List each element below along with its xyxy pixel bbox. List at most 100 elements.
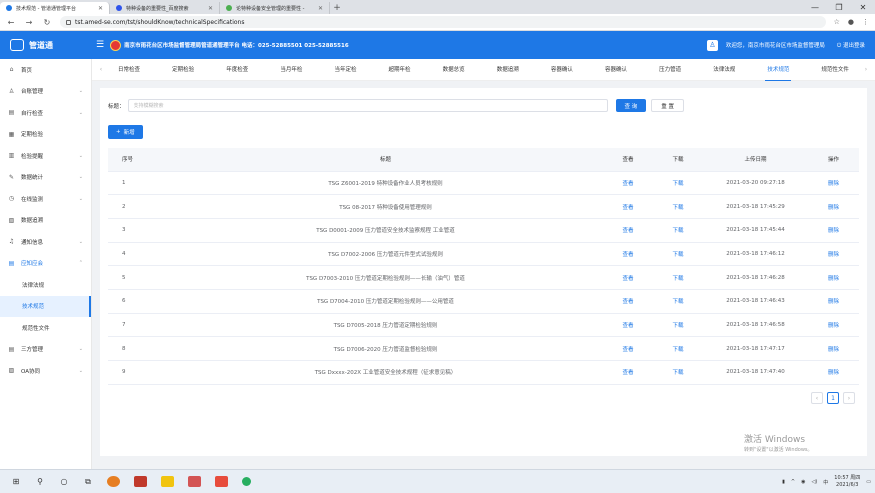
sidebar-item[interactable]: ▦ 定期检验 bbox=[0, 124, 91, 146]
browser-tab[interactable]: 特种设备的重要性_百度搜索 ✕ bbox=[110, 2, 220, 14]
network-icon[interactable]: ◉ bbox=[801, 479, 805, 485]
clock[interactable]: 10:57 周四 2021/6/3 bbox=[834, 475, 860, 489]
query-button[interactable]: 查 询 bbox=[615, 99, 647, 112]
ime-indicator[interactable]: 中 bbox=[823, 479, 828, 486]
view-link[interactable]: 查看 bbox=[603, 242, 653, 267]
delete-link[interactable]: 删除 bbox=[808, 171, 859, 196]
delete-link[interactable]: 删除 bbox=[808, 289, 859, 314]
notification-icon[interactable]: ▭ bbox=[866, 479, 871, 485]
sidebar-item[interactable]: ▤ 三方管理 ⌄ bbox=[0, 339, 91, 361]
nav-tab[interactable]: 数据追溯 bbox=[495, 58, 521, 81]
profile-icon[interactable]: ● bbox=[848, 18, 854, 26]
reset-button[interactable]: 重 置 bbox=[651, 99, 685, 112]
download-link[interactable]: 下载 bbox=[653, 194, 703, 219]
download-link[interactable]: 下载 bbox=[653, 242, 703, 267]
tab-close-icon[interactable]: ✕ bbox=[98, 5, 103, 12]
sidebar-item[interactable]: ◷ 在线监测 ⌄ bbox=[0, 188, 91, 210]
view-link[interactable]: 查看 bbox=[603, 313, 653, 338]
url-field[interactable]: tst.amed-se.com/tst/shouldKnow/technical… bbox=[60, 16, 826, 28]
nav-scroll-left-icon[interactable]: ‹ bbox=[92, 66, 110, 73]
nav-tab[interactable]: 技术规范 bbox=[765, 58, 792, 81]
nav-tab[interactable]: 当月年检 bbox=[278, 58, 304, 81]
windows-start-icon[interactable]: ⊞ bbox=[9, 475, 23, 489]
download-link[interactable]: 下载 bbox=[653, 336, 703, 361]
view-link[interactable]: 查看 bbox=[603, 194, 653, 219]
nav-tab[interactable]: 容器确认 bbox=[549, 58, 575, 81]
delete-link[interactable]: 删除 bbox=[808, 218, 859, 243]
new-tab-button[interactable]: + bbox=[330, 2, 344, 14]
nav-tab[interactable]: 法律法规 bbox=[711, 58, 737, 81]
battery-icon[interactable]: ▮ bbox=[782, 479, 785, 485]
sidebar-item[interactable]: ▨ OA协同 ⌄ bbox=[0, 360, 91, 382]
tab-close-icon[interactable]: ✕ bbox=[318, 5, 323, 12]
cortana-icon[interactable]: ○ bbox=[57, 475, 71, 489]
sidebar-item[interactable]: ▧ 数据追溯 bbox=[0, 210, 91, 232]
volume-icon[interactable]: ◁) bbox=[811, 479, 817, 485]
wps-app-icon[interactable] bbox=[134, 476, 147, 487]
menu-toggle-icon[interactable]: ☰ bbox=[96, 40, 104, 50]
delete-link[interactable]: 删除 bbox=[808, 360, 859, 385]
nav-tab[interactable]: 压力管道 bbox=[657, 58, 683, 81]
back-icon[interactable]: ← bbox=[6, 18, 16, 27]
download-link[interactable]: 下载 bbox=[653, 265, 703, 290]
sidebar-item[interactable]: ▥ 检验提醒 ⌄ bbox=[0, 145, 91, 167]
close-window-button[interactable]: ✕ bbox=[851, 3, 875, 12]
tab-close-icon[interactable]: ✕ bbox=[208, 5, 213, 12]
prev-page-button[interactable]: ‹ bbox=[811, 392, 823, 404]
browser-menu-icon[interactable]: ⋮ bbox=[862, 18, 869, 26]
view-link[interactable]: 查看 bbox=[603, 336, 653, 361]
sidebar-item[interactable]: ▤ 应知应会 ⌃ bbox=[0, 253, 91, 275]
explorer-app-icon[interactable] bbox=[161, 476, 174, 487]
delete-link[interactable]: 删除 bbox=[808, 242, 859, 267]
view-link[interactable]: 查看 bbox=[603, 289, 653, 314]
sidebar-sub-item[interactable]: 技术规范 bbox=[0, 295, 91, 317]
delete-link[interactable]: 删除 bbox=[808, 313, 859, 338]
nav-tab[interactable]: 定期检验 bbox=[170, 58, 196, 81]
view-link[interactable]: 查看 bbox=[603, 218, 653, 243]
pdf-app-icon[interactable] bbox=[215, 476, 228, 487]
download-link[interactable]: 下载 bbox=[653, 218, 703, 243]
sidebar-item[interactable]: ♙ 台账管理 ⌄ bbox=[0, 81, 91, 103]
ppt-app-icon[interactable] bbox=[188, 476, 201, 487]
search-icon[interactable]: ⚲ bbox=[33, 475, 47, 489]
task-view-icon[interactable]: ⧉ bbox=[81, 475, 95, 489]
sidebar-sub-item[interactable]: 法律法规 bbox=[0, 274, 91, 296]
view-link[interactable]: 查看 bbox=[603, 171, 653, 196]
logout-button[interactable]: ⏻ 退出登录 bbox=[837, 41, 865, 50]
minimize-button[interactable]: — bbox=[803, 3, 827, 12]
nav-tab[interactable]: 日常检查 bbox=[116, 58, 142, 81]
nav-tab[interactable]: 容器确认 bbox=[603, 58, 629, 81]
download-link[interactable]: 下载 bbox=[653, 313, 703, 338]
sidebar-item[interactable]: ♫ 通知信息 ⌄ bbox=[0, 231, 91, 253]
user-icon[interactable]: ♙ bbox=[706, 39, 718, 51]
delete-link[interactable]: 删除 bbox=[808, 336, 859, 361]
search-input[interactable] bbox=[127, 99, 608, 112]
bookmark-star-icon[interactable]: ☆ bbox=[834, 18, 840, 26]
next-page-button[interactable]: › bbox=[843, 392, 855, 404]
tray-expand-icon[interactable]: ^ bbox=[791, 479, 795, 485]
delete-link[interactable]: 删除 bbox=[808, 265, 859, 290]
nav-tab[interactable]: 年度检查 bbox=[224, 58, 250, 81]
view-link[interactable]: 查看 bbox=[603, 265, 653, 290]
nav-tab[interactable]: 数据总览 bbox=[441, 58, 467, 81]
sidebar-item[interactable]: ⌂ 首页 bbox=[0, 59, 91, 81]
sidebar-sub-item[interactable]: 规范性文件 bbox=[0, 317, 91, 339]
nav-scroll-right-icon[interactable]: › bbox=[857, 66, 875, 73]
add-button[interactable]: + 新增 bbox=[108, 125, 143, 139]
nav-tab[interactable]: 规范性文件 bbox=[819, 58, 851, 81]
page-number-button[interactable]: 1 bbox=[827, 392, 839, 404]
wechat-app-icon[interactable] bbox=[242, 477, 251, 486]
reload-icon[interactable]: ↻ bbox=[42, 18, 52, 27]
chrome-app-icon[interactable] bbox=[107, 476, 120, 487]
delete-link[interactable]: 删除 bbox=[808, 194, 859, 219]
sidebar-item[interactable]: ✎ 数据统计 ⌄ bbox=[0, 167, 91, 189]
forward-icon[interactable]: → bbox=[24, 18, 34, 27]
maximize-button[interactable]: ❐ bbox=[827, 3, 851, 12]
view-link[interactable]: 查看 bbox=[603, 360, 653, 385]
download-link[interactable]: 下载 bbox=[653, 360, 703, 385]
download-link[interactable]: 下载 bbox=[653, 289, 703, 314]
browser-tab[interactable]: 论特种设备安全管理的重要性 - ✕ bbox=[220, 2, 330, 14]
sidebar-item[interactable]: ▤ 自行检查 ⌄ bbox=[0, 102, 91, 124]
browser-tab[interactable]: 技术规范 - 管道通管理平台 ✕ bbox=[0, 2, 110, 14]
nav-tab[interactable]: 当年定检 bbox=[332, 58, 358, 81]
